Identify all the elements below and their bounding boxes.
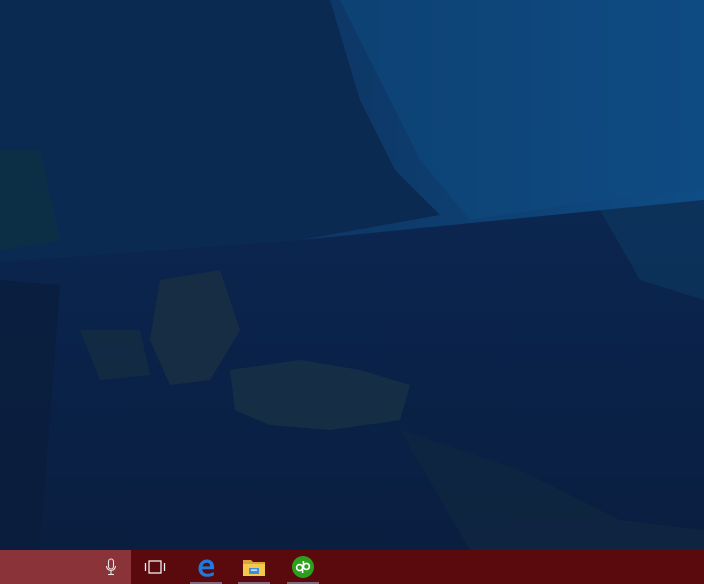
folder-icon — [243, 560, 265, 576]
quickbooks-button[interactable] — [279, 550, 327, 584]
taskbar — [0, 550, 704, 584]
file-explorer-button[interactable] — [230, 550, 278, 584]
desktop-wallpaper — [0, 0, 704, 550]
microphone-icon — [105, 558, 117, 576]
desktop[interactable] — [0, 0, 704, 550]
quickbooks-icon — [292, 556, 314, 578]
task-view-icon — [144, 560, 166, 574]
task-view-button[interactable] — [131, 550, 179, 584]
edge-browser-button[interactable] — [182, 550, 230, 584]
search-box[interactable] — [0, 550, 131, 584]
edge-browser-icon — [198, 559, 215, 577]
microphone-button[interactable] — [96, 550, 126, 584]
